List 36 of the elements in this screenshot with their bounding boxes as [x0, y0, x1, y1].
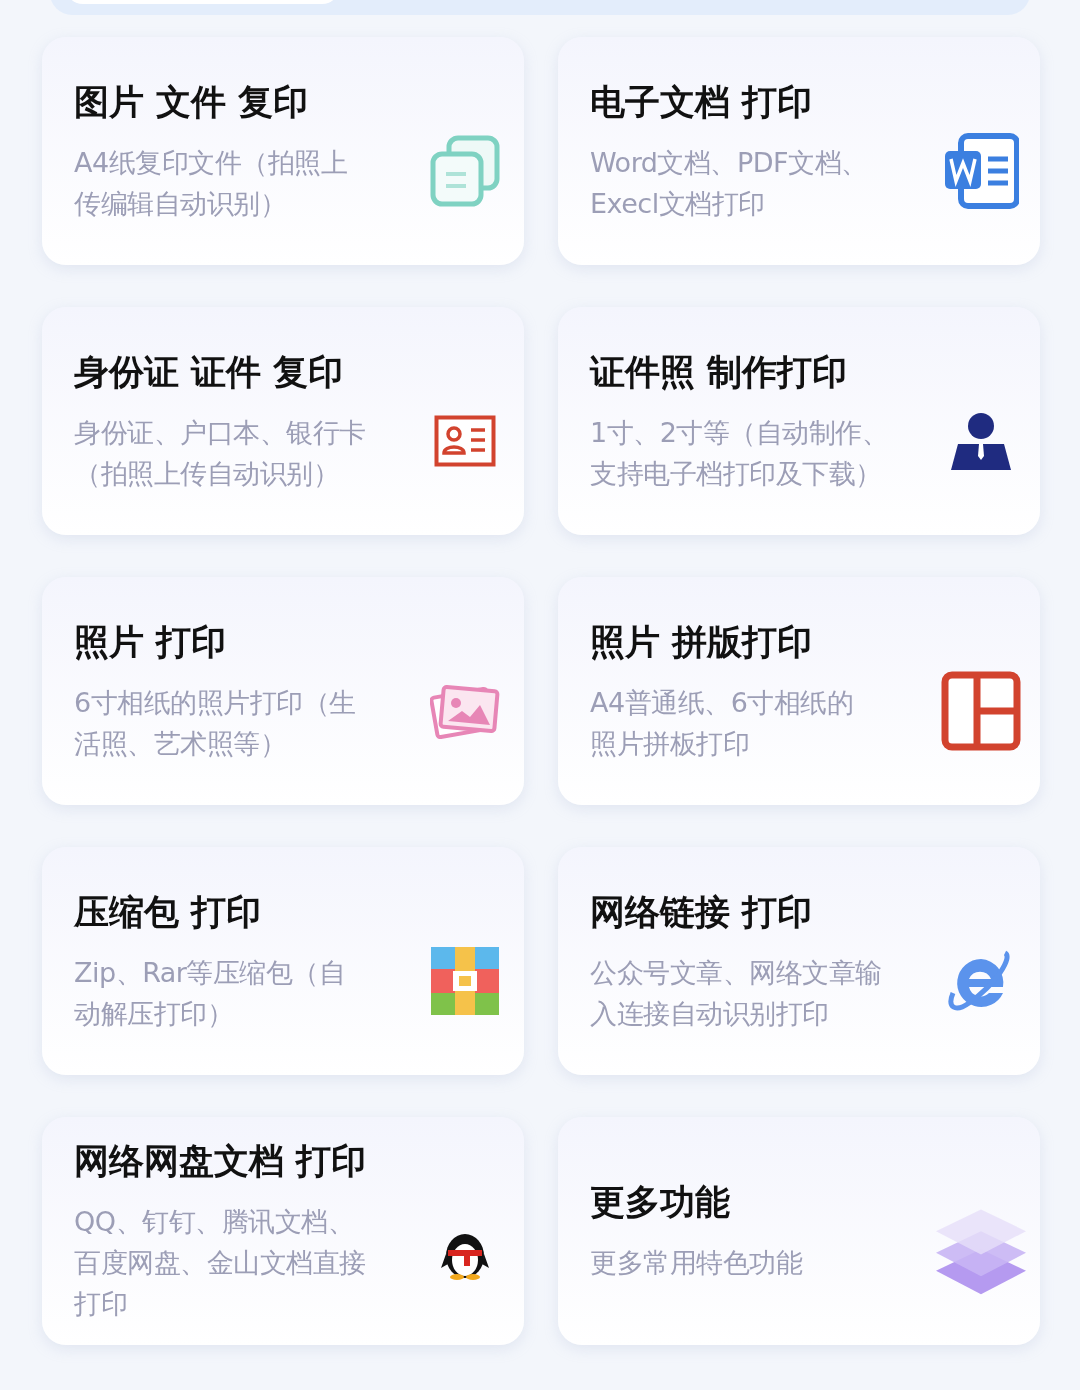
card-description: 1寸、2寸等（自动制作、 支持电子档打印及下载） [590, 415, 890, 491]
document-icon [943, 133, 1019, 209]
feature-card[interactable]: 证件照 制作打印 1寸、2寸等（自动制作、 支持电子档打印及下载） [558, 307, 1040, 535]
feature-card[interactable]: 图片 文件 复印 A4纸复印文件（拍照上 传编辑自动识别） [42, 37, 524, 265]
copy-icon [429, 134, 501, 208]
card-title: 证件照 制作打印 [590, 350, 849, 394]
feature-card[interactable]: 网络链接 打印 公众号文章、网络文章输 入连接自动识别打印 [558, 847, 1040, 1075]
card-description: A4纸复印文件（拍照上 传编辑自动识别） [74, 145, 349, 221]
feature-card[interactable]: 照片 打印 6寸相纸的照片打印（生 活照、艺术照等） [42, 577, 524, 805]
card-description: 更多常用特色功能 [590, 1246, 804, 1280]
archive-icon [431, 947, 499, 1015]
card-title: 照片 拼版打印 [590, 620, 814, 664]
card-description: A4普通纸、6寸相纸的 照片拼板打印 [590, 685, 855, 761]
card-title: 身份证 证件 复印 [74, 350, 345, 394]
layout-icon [941, 671, 1021, 751]
feature-card[interactable]: 身份证 证件 复印 身份证、户口本、银行卡 （拍照上传自动识别） [42, 307, 524, 535]
card-description: Zip、Rar等压缩包（自 动解压打印） [74, 955, 347, 1031]
id-card-icon [434, 415, 496, 467]
card-title: 网络网盘文档 打印 [74, 1140, 368, 1183]
card-description: 公众号文章、网络文章输 入连接自动识别打印 [590, 955, 883, 1031]
feature-card[interactable]: 照片 拼版打印 A4普通纸、6寸相纸的 照片拼板打印 [558, 577, 1040, 805]
card-description: 6寸相纸的照片打印（生 活照、艺术照等） [74, 685, 357, 761]
card-description: Word文档、PDF文档、 Execl文档打印 [590, 145, 869, 221]
card-title: 图片 文件 复印 [74, 80, 310, 124]
card-description: 身份证、户口本、银行卡 （拍照上传自动识别） [74, 415, 367, 491]
card-title: 网络链接 打印 [590, 890, 814, 934]
person-icon [950, 412, 1012, 470]
feature-card[interactable]: 网络网盘文档 打印 QQ、钉钉、腾讯文档、 百度网盘、金山文档直接 打印 [42, 1117, 524, 1345]
feature-card[interactable]: 更多功能 更多常用特色功能 [558, 1117, 1040, 1345]
card-description: QQ、钉钉、腾讯文档、 百度网盘、金山文档直接 打印 [74, 1205, 367, 1321]
card-title: 压缩包 打印 [74, 890, 263, 934]
feature-card[interactable]: 电子文档 打印 Word文档、PDF文档、 Execl文档打印 [558, 37, 1040, 265]
card-title: 照片 打印 [74, 620, 228, 664]
card-title: 更多功能 [590, 1181, 731, 1224]
feature-card[interactable]: 压缩包 打印 Zip、Rar等压缩包（自 动解压打印） [42, 847, 524, 1075]
card-title: 电子文档 打印 [590, 80, 814, 124]
